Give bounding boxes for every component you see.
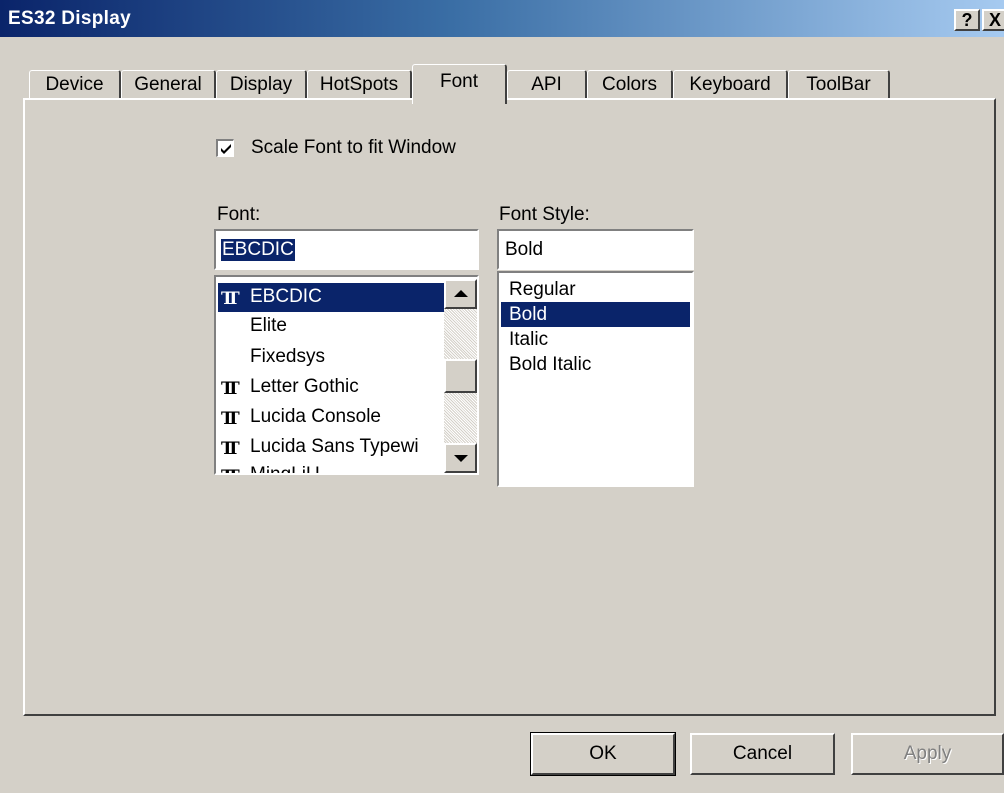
font-style-input[interactable]: Bold bbox=[497, 229, 694, 270]
font-label: Font: bbox=[217, 204, 261, 225]
font-style-item-italic[interactable]: Italic bbox=[501, 327, 690, 352]
arrow-up-icon bbox=[454, 290, 468, 297]
truetype-icon: TT bbox=[221, 439, 240, 459]
font-listbox[interactable]: TT EBCDIC Elite Fixedsys TT Letter Gothi… bbox=[214, 275, 479, 475]
tab-colors[interactable]: Colors bbox=[587, 70, 673, 100]
window-title: ES32 Display bbox=[8, 8, 131, 29]
scroll-thumb[interactable] bbox=[444, 359, 477, 393]
arrow-down-icon bbox=[454, 455, 468, 462]
scroll-up-button[interactable] bbox=[444, 279, 477, 309]
tab-api[interactable]: API bbox=[507, 70, 587, 100]
font-style-item-regular[interactable]: Regular bbox=[501, 277, 690, 302]
title-bar: ES32 Display ? X bbox=[0, 0, 1004, 37]
tab-toolbar[interactable]: ToolBar bbox=[788, 70, 890, 100]
font-list-item[interactable]: TT Letter Gothic bbox=[218, 373, 446, 402]
tab-display[interactable]: Display bbox=[216, 70, 307, 100]
font-style-item-bold[interactable]: Bold bbox=[501, 302, 690, 327]
font-input[interactable]: EBCDIC bbox=[214, 229, 479, 270]
scroll-down-button[interactable] bbox=[444, 443, 477, 473]
font-list-item[interactable]: TT EBCDIC bbox=[218, 283, 446, 312]
font-style-listbox[interactable]: Regular Bold Italic Bold Italic bbox=[497, 271, 694, 487]
scale-font-label[interactable]: Scale Font to fit Window bbox=[251, 137, 456, 159]
scale-font-checkbox[interactable] bbox=[216, 139, 234, 157]
ok-button[interactable]: OK bbox=[530, 732, 676, 776]
font-input-value: EBCDIC bbox=[221, 239, 295, 261]
font-style-label: Font Style: bbox=[499, 204, 590, 225]
tab-device[interactable]: Device bbox=[29, 70, 121, 100]
apply-button[interactable]: Apply bbox=[851, 733, 1004, 775]
close-button[interactable]: X bbox=[982, 9, 1004, 31]
tab-font[interactable]: Font bbox=[412, 64, 507, 104]
font-list-item[interactable]: Fixedsys bbox=[218, 343, 446, 372]
font-list-item[interactable]: TT Lucida Sans Typewi bbox=[218, 433, 446, 462]
tab-general[interactable]: General bbox=[121, 70, 216, 100]
font-list-item[interactable]: TT MingLiU bbox=[218, 461, 446, 473]
check-icon bbox=[221, 144, 231, 154]
font-list-item[interactable]: Elite bbox=[218, 312, 446, 341]
truetype-icon: TT bbox=[221, 409, 240, 429]
font-style-item-bold-italic[interactable]: Bold Italic bbox=[501, 352, 690, 377]
cancel-button[interactable]: Cancel bbox=[690, 733, 835, 775]
truetype-icon: TT bbox=[221, 379, 240, 399]
truetype-icon: TT bbox=[221, 289, 240, 309]
font-list-item[interactable]: TT Lucida Console bbox=[218, 403, 446, 432]
tab-hotspots[interactable]: HotSpots bbox=[307, 70, 412, 100]
font-list-scrollbar[interactable] bbox=[444, 279, 477, 473]
truetype-icon: TT bbox=[221, 463, 249, 473]
help-button[interactable]: ? bbox=[954, 9, 980, 31]
font-style-input-value: Bold bbox=[505, 239, 544, 260]
tab-keyboard[interactable]: Keyboard bbox=[673, 70, 788, 100]
